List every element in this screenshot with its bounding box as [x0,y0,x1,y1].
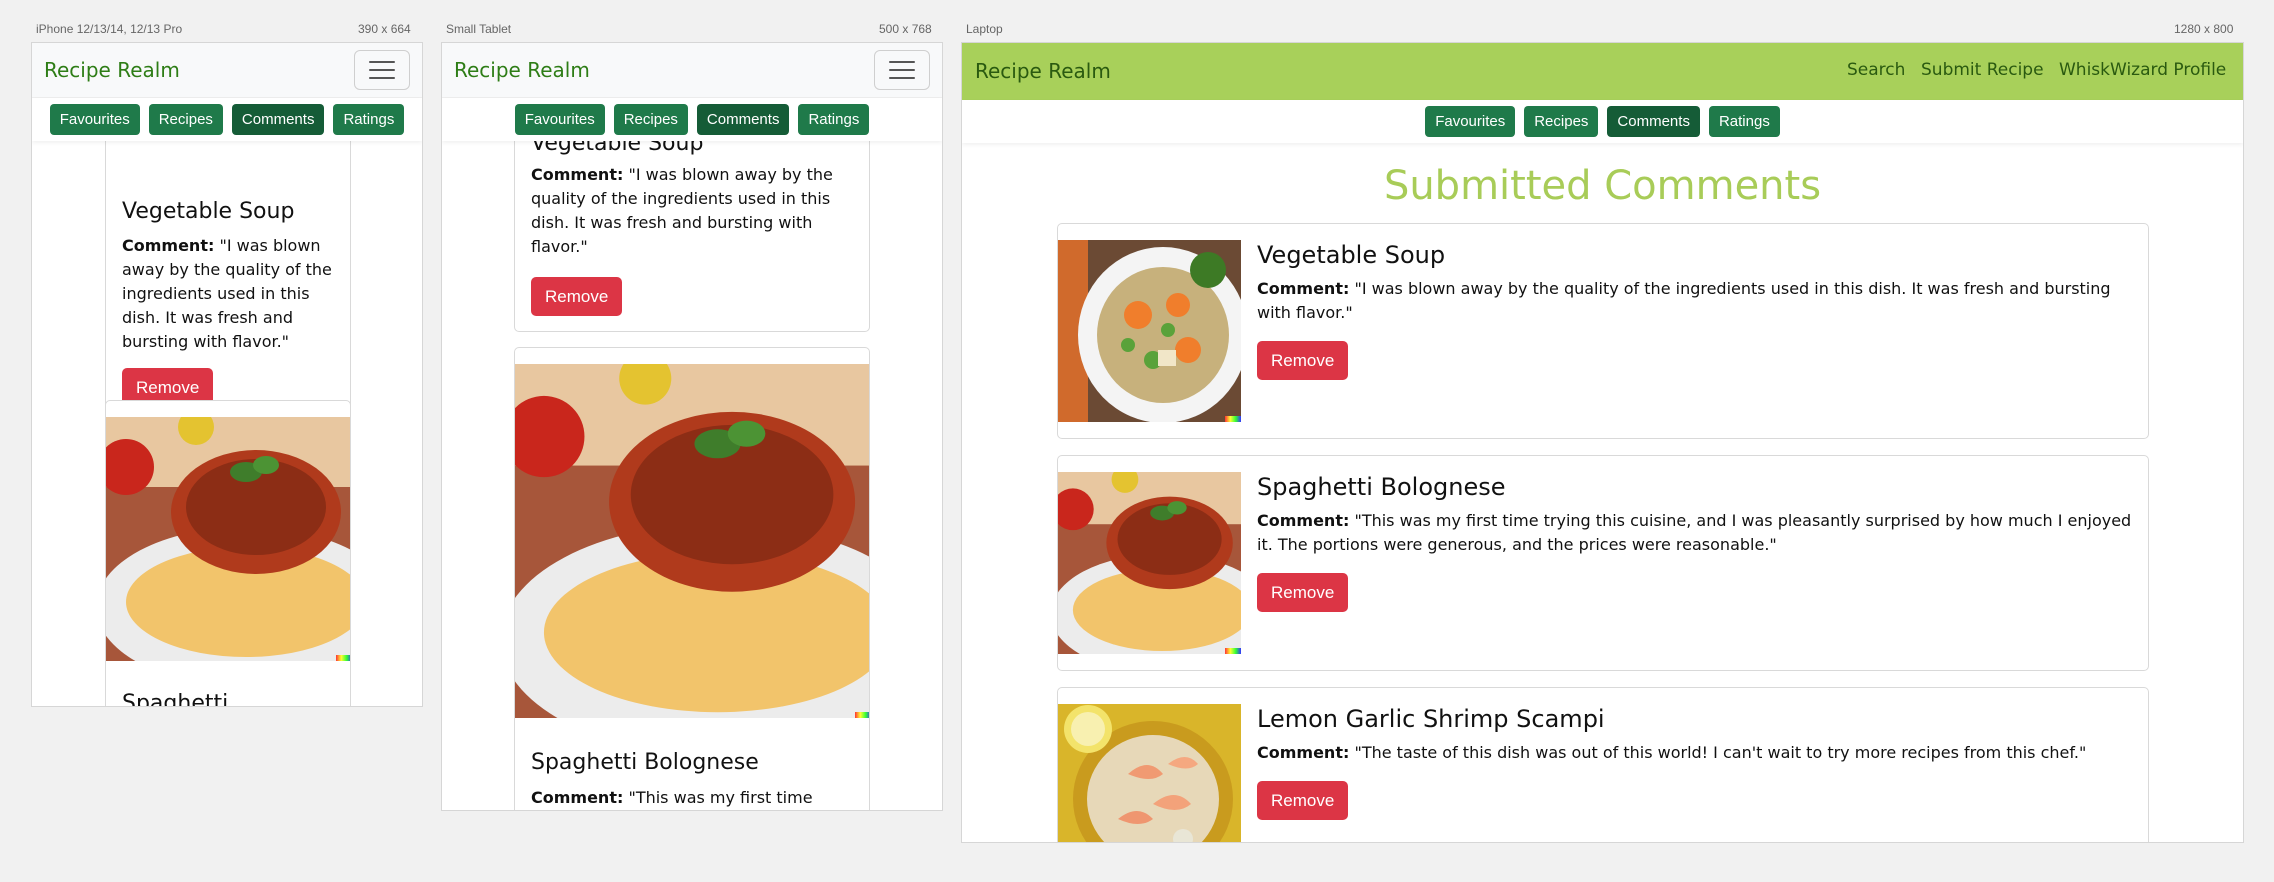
spaghetti-image [1058,472,1241,654]
spaghetti-image-art [515,364,869,718]
spaghetti-image-art [106,417,350,661]
tablet-frame: Recipe Realm Favourites Recipes Comments… [441,42,943,811]
remove-button[interactable]: Remove [1257,341,1349,380]
tab-comments[interactable]: Comments [231,104,325,135]
comment-text: Comment: "This was my first time trying … [1257,511,2132,554]
remove-button[interactable]: Remove [531,277,623,316]
color-swatch [1225,416,1241,422]
tab-favourites[interactable]: Favourites [514,104,605,135]
nav-profile-link[interactable]: WhiskWizard Profile [2059,60,2226,80]
tab-ratings[interactable]: Ratings [798,104,870,135]
phone-navbar: Recipe Realm [32,43,422,98]
spaghetti-image [515,364,869,718]
laptop-navbar: Recipe Realm Search Submit Recipe WhiskW… [962,43,2243,100]
laptop-frame: Recipe Realm Search Submit Recipe WhiskW… [961,42,2244,843]
tab-comments[interactable]: Comments [696,104,790,135]
tab-favourites[interactable]: Favourites [49,104,140,135]
comment-card: Vegetable Soup Comment: "I was blown awa… [105,123,351,426]
shrimp-scampi-image-art [1058,704,1241,842]
remove-button[interactable]: Remove [1257,781,1349,820]
brand-logo[interactable]: Recipe Realm [454,58,590,82]
card-title: Spaghetti [122,691,229,707]
comment-card: Spaghetti [105,400,351,707]
comment-card: Vegetable Soup Comment: "I was blown awa… [1057,223,2149,439]
comment-text: Comment: "I was blown away by the qualit… [531,165,833,256]
color-swatch [855,712,869,718]
menu-toggle-button[interactable] [354,50,410,90]
comment-text: Comment: "This was my first time [531,788,813,807]
card-title: Spaghetti Bolognese [1257,473,1506,501]
nav-search-link[interactable]: Search [1847,60,1905,80]
comment-card: Spaghetti Bolognese Comment: "This was m… [514,347,870,810]
brand-logo[interactable]: Recipe Realm [975,59,1111,83]
spaghetti-image [106,417,350,661]
card-title: Spaghetti Bolognese [531,750,759,775]
spaghetti-image-art [1058,472,1241,654]
menu-toggle-button[interactable] [874,50,930,90]
shrimp-scampi-image [1058,704,1241,842]
tab-favourites[interactable]: Favourites [1425,106,1516,137]
tab-ratings[interactable]: Ratings [1708,106,1780,137]
vegetable-soup-image [1058,240,1241,422]
comment-text: Comment: "The taste of this dish was out… [1257,743,2087,762]
laptop-frame-size: 1280 x 800 [2174,22,2234,36]
remove-button[interactable]: Remove [1257,573,1349,612]
hamburger-icon [889,61,915,63]
phone-frame-label: iPhone 12/13/14, 12/13 Pro [36,22,183,36]
phone-tabbar: Favourites Recipes Comments Ratings [32,98,422,141]
phone-frame-size: 390 x 664 [358,22,411,36]
tab-ratings[interactable]: Ratings [333,104,405,135]
tab-recipes[interactable]: Recipes [613,104,688,135]
color-swatch [336,655,350,661]
laptop-frame-label: Laptop [966,22,1003,36]
nav-submit-recipe-link[interactable]: Submit Recipe [1921,60,2044,80]
page-title: Submitted Comments [1383,163,1822,209]
phone-frame: Recipe Realm Favourites Recipes Comments… [31,42,423,707]
comment-card: Lemon Garlic Shrimp Scampi Comment: "The… [1057,687,2149,842]
comment-text: Comment: "I was blown away by the qualit… [1257,279,2111,322]
brand-logo[interactable]: Recipe Realm [44,58,180,82]
tablet-tabbar: Favourites Recipes Comments Ratings [442,98,942,141]
tablet-navbar: Recipe Realm [442,43,942,98]
hamburger-icon [369,61,395,63]
tablet-frame-label: Small Tablet [446,22,512,36]
tab-comments[interactable]: Comments [1607,106,1700,137]
comment-text: Comment: "I was blown away by the qualit… [122,236,332,351]
tab-recipes[interactable]: Recipes [148,104,223,135]
card-title: Vegetable Soup [122,199,295,224]
card-title: Lemon Garlic Shrimp Scampi [1257,705,1605,733]
vegetable-soup-image-art [1058,240,1241,422]
laptop-tabbar: Favourites Recipes Comments Ratings [962,100,2243,143]
comment-card: Spaghetti Bolognese Comment: "This was m… [1057,455,2149,671]
tablet-frame-size: 500 x 768 [879,22,932,36]
card-title: Vegetable Soup [1257,241,1446,269]
tab-recipes[interactable]: Recipes [1524,106,1599,137]
color-swatch [1225,648,1241,654]
